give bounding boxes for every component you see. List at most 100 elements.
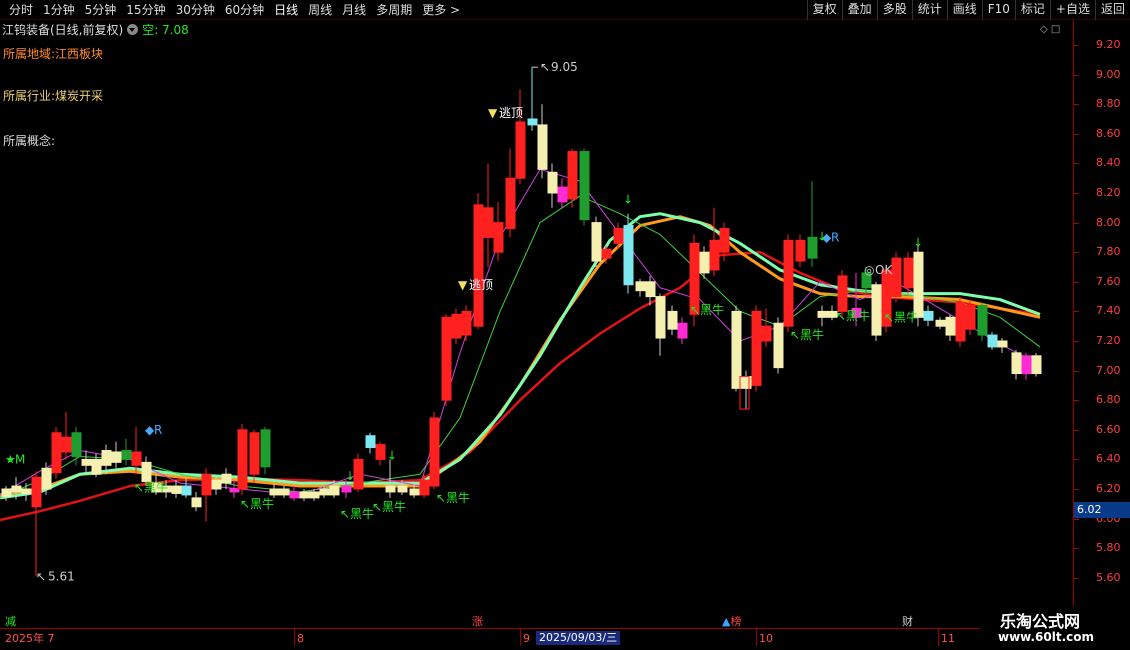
candle[interactable] [31, 471, 42, 577]
candle[interactable] [429, 412, 440, 489]
candle[interactable] [761, 308, 772, 347]
candle[interactable] [505, 148, 516, 238]
candle[interactable] [935, 317, 946, 330]
candle[interactable] [51, 426, 62, 479]
candle[interactable] [557, 178, 568, 208]
candle[interactable] [131, 426, 142, 475]
candle[interactable] [201, 468, 212, 522]
candle[interactable] [773, 317, 784, 374]
candle[interactable] [591, 216, 602, 267]
multi-stock-button[interactable]: 多股 [876, 0, 912, 20]
candle[interactable] [111, 441, 122, 469]
candle[interactable] [547, 163, 558, 208]
candle[interactable] [1021, 352, 1032, 380]
candle[interactable] [21, 483, 32, 501]
candle[interactable] [493, 201, 504, 262]
candle[interactable] [987, 332, 998, 350]
tab-monthly[interactable]: 月线 [337, 2, 371, 18]
candle[interactable] [211, 477, 222, 495]
f10-button[interactable]: F10 [981, 0, 1015, 20]
candle-body [341, 485, 352, 493]
draw-line-button[interactable]: 画线 [946, 0, 982, 20]
candle-body-up [891, 257, 902, 298]
candle[interactable] [483, 163, 494, 267]
tab-30min[interactable]: 30分钟 [171, 2, 220, 18]
candle[interactable] [955, 296, 966, 347]
candle[interactable] [903, 252, 914, 294]
candle-body [409, 488, 420, 496]
diamond-icon[interactable]: ◇ [1040, 24, 1048, 35]
candle[interactable] [635, 278, 646, 297]
tab-more[interactable]: 更多 > [417, 2, 465, 18]
candle[interactable] [667, 305, 678, 336]
candle[interactable] [783, 234, 794, 333]
tab-60min[interactable]: 60分钟 [220, 2, 269, 18]
candle[interactable] [451, 308, 462, 344]
candle[interactable] [807, 181, 818, 267]
stats-button[interactable]: 统计 [911, 0, 947, 20]
candle[interactable] [473, 193, 484, 330]
candle[interactable] [71, 426, 82, 466]
candle[interactable] [997, 338, 1008, 353]
candle[interactable] [221, 468, 232, 489]
event-finance[interactable]: 财 [902, 616, 913, 628]
event-reduce[interactable]: 减 [5, 616, 16, 628]
candle[interactable] [579, 148, 590, 226]
kline-chart[interactable]: ↖ 9.05↖ 5.61▼ 逃顶▼ 逃顶↖ 黑牛↖ 黑牛↖ 黑牛↖ 黑牛↖ 黑牛↖ 黑牛↖ 黑牛↖ 黑牛… [0, 20, 1073, 628]
signal-readout: 空: 7.08 [142, 22, 189, 37]
candle[interactable] [945, 314, 956, 341]
candle[interactable] [709, 207, 720, 276]
mark-button[interactable]: 标记 [1014, 0, 1050, 20]
add-watchlist-button[interactable]: +自选 [1049, 0, 1095, 20]
tab-weekly[interactable]: 周线 [303, 2, 337, 18]
candle[interactable] [61, 412, 72, 460]
candle[interactable] [237, 423, 248, 495]
candle-body [221, 473, 232, 484]
candle[interactable] [677, 317, 688, 344]
back-button[interactable]: 返回 [1094, 0, 1130, 20]
candle[interactable] [375, 441, 386, 466]
candle[interactable] [249, 429, 260, 484]
candle[interactable] [289, 486, 300, 501]
candle[interactable] [260, 426, 271, 475]
candle[interactable] [1031, 352, 1042, 377]
close-icon[interactable]: □ [1051, 24, 1060, 35]
overlay-button[interactable]: 叠加 [841, 0, 877, 20]
event-rise[interactable]: 涨 [472, 616, 483, 628]
tab-15min[interactable]: 15分钟 [121, 2, 170, 18]
adjust-button[interactable]: 复权 [806, 0, 842, 20]
tab-5min[interactable]: 5分钟 [80, 2, 122, 18]
candle-body [260, 429, 271, 468]
candle[interactable] [977, 302, 988, 341]
candle[interactable] [817, 305, 828, 327]
candle[interactable] [891, 252, 902, 303]
tab-intraday[interactable]: 分时 [4, 2, 38, 18]
candle[interactable] [871, 281, 882, 341]
candle[interactable] [923, 305, 934, 327]
candle[interactable] [527, 67, 538, 131]
candle[interactable] [461, 305, 472, 341]
event-ranking[interactable]: ▲榜 [722, 616, 741, 628]
candle[interactable] [537, 104, 548, 179]
candle[interactable] [795, 234, 806, 267]
candle[interactable] [121, 438, 132, 466]
candle[interactable] [279, 486, 290, 498]
tab-multi-period[interactable]: 多周期 [371, 2, 417, 18]
candle[interactable] [623, 213, 634, 294]
chevron-down-icon[interactable] [127, 23, 139, 35]
candle[interactable] [441, 314, 452, 407]
candle[interactable] [567, 148, 578, 208]
candle[interactable] [191, 491, 202, 512]
candle[interactable] [655, 293, 666, 356]
candle[interactable] [365, 432, 376, 454]
tab-1min[interactable]: 1分钟 [38, 2, 80, 18]
candle[interactable] [515, 89, 526, 185]
info-region: 所属地域:江西板块 [3, 45, 103, 62]
candle[interactable] [1011, 349, 1022, 380]
candle-body [211, 479, 222, 490]
candle[interactable] [353, 453, 364, 492]
candle[interactable] [81, 450, 92, 475]
tab-daily[interactable]: 日线 [269, 2, 303, 18]
candle-body-up [837, 275, 848, 312]
candle[interactable] [751, 305, 762, 392]
